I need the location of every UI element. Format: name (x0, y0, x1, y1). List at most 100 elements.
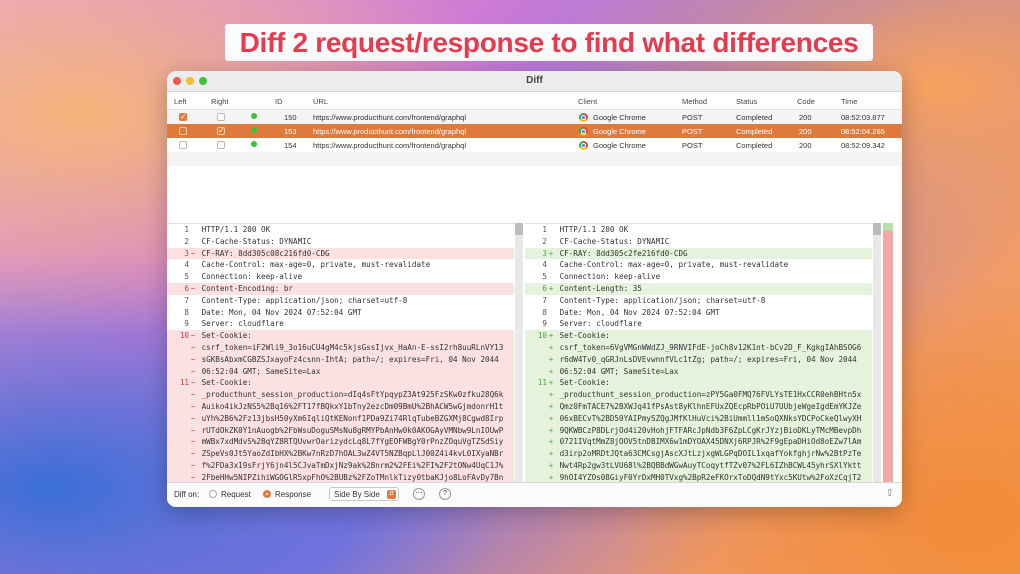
diff-marker: − (190, 354, 196, 364)
line-text: Date: Mon, 04 Nov 2024 07:52:04 GMT (555, 307, 720, 317)
diff-line: + 9QKWBCzP8DLrjOd4i20vHohjFTFARcJpNdb3F6… (525, 424, 872, 437)
diff-line: 6 + Content-Length: 35 (525, 282, 872, 295)
col-time[interactable]: Time (841, 97, 857, 106)
line-text: CF-Cache-Status: DYNAMIC (555, 236, 670, 246)
diff-line: + _producthunt_session_production=zPY5Ga… (525, 389, 872, 401)
col-id[interactable]: ID (275, 97, 283, 106)
diff-marker (547, 295, 555, 307)
line-number: 8 (542, 307, 547, 317)
line-text: Content-Length: 35 (555, 283, 642, 293)
col-status[interactable]: Status (736, 97, 757, 106)
diff-marker: − (190, 425, 196, 435)
diff-line: + 0721IVqtMmZ8jOOV5tnDBIMX6w1mDYOAX45DNX… (525, 436, 872, 449)
diff-line: 1 HTTP/1.1 200 OK (525, 224, 872, 236)
chrome-icon (579, 141, 588, 150)
right-scroll-thumb[interactable] (873, 223, 881, 235)
cell-method: POST (682, 127, 703, 136)
line-text: uYh%2B6%2Fz13jbsH50yXm6IqliQtKENonf1PDa9… (197, 413, 504, 423)
right-checkbox[interactable]: ✓ (217, 126, 225, 135)
empty-area (167, 166, 902, 208)
more-options-icon[interactable]: ⋯ (413, 488, 425, 500)
diff-line: 2 CF-Cache-Status: DYNAMIC (167, 236, 514, 248)
line-text: CF-Cache-Status: DYNAMIC (197, 236, 312, 246)
diff-marker: + (548, 354, 554, 364)
line-text: 06:52:04 GMT; SameSite=Lax (197, 366, 321, 376)
diff-marker: + (548, 449, 554, 459)
left-checkbox[interactable] (179, 127, 187, 135)
line-text: csrf_token=iF2Wli9_3o16uCU4gM4c5kjsGssIj… (197, 342, 504, 352)
diff-line: 10 + Set-Cookie: (525, 330, 872, 342)
line-text: CF-RAY: 8dd305c2fe216fd0-CDG (555, 248, 688, 258)
left-checkbox[interactable]: ✓ (179, 112, 187, 121)
request-radio[interactable] (209, 490, 217, 498)
diff-line: − mWBx7xdMdvS%2BqYZ8RTQUvwrOarizydcLq8L7… (167, 436, 514, 449)
line-text: _producthunt_session_production=zPY5Ga0F… (555, 390, 862, 400)
checkmark-icon: ✓ (180, 112, 187, 121)
line-text: sGKBsAbxmCGBZSJxayoFz4csnn-IhtA; path=/;… (197, 354, 499, 364)
diff-marker (547, 236, 555, 248)
line-text: 06:52:04 GMT; SameSite=Lax (555, 366, 679, 376)
line-text: r6dW4Tv0_qGRJnLsDVEvwnnfVLc1tZg; path=/;… (555, 354, 857, 364)
status-dot-icon (251, 113, 257, 119)
line-text: csrf_token=6VgVMGnWWdZJ_9RNVIFdE-joCh8v1… (555, 342, 862, 352)
line-text: Set-Cookie: (555, 378, 610, 388)
left-diff-pane[interactable]: 1 HTTP/1.1 200 OK 2 CF-Cache-Status: DYNA… (167, 223, 514, 483)
line-text: Server: cloudflare (555, 319, 642, 329)
diff-line: + d3irp2oMRDtJQta63CMCsgjAscXJtLzjxgWLGP… (525, 448, 872, 460)
col-right[interactable]: Right (211, 97, 229, 106)
diff-line: + 06xBECvT%2BD50YAIPmySZQgJMfKlHuVci%2Bi… (525, 412, 872, 425)
cell-url: https://www.producthunt.com/frontend/gra… (313, 113, 467, 122)
left-scroll-thumb[interactable] (515, 223, 523, 235)
diff-marker: + (548, 401, 554, 411)
col-url[interactable]: URL (313, 97, 328, 106)
right-scrollbar[interactable] (873, 223, 881, 482)
line-text: Auiko4ikJzNS5%2Bq16%2FT17fBQkxY1bTny2ezc… (197, 401, 504, 411)
table-row[interactable]: 154 https://www.producthunt.com/frontend/… (167, 138, 902, 152)
line-number: 7 (542, 295, 547, 305)
col-client[interactable]: Client (578, 97, 597, 106)
line-text: Date: Mon, 04 Nov 2024 07:52:04 GMT (197, 307, 362, 317)
line-text: Connection: keep-alive (197, 272, 303, 282)
table-row[interactable]: ✓ 150 https://www.producthunt.com/frontend… (167, 110, 902, 124)
table-row[interactable]: ✓ 153 https://www.producthunt.com/frontend… (167, 124, 902, 138)
cell-client: Google Chrome (593, 113, 646, 122)
diff-line: 10− Set-Cookie: (167, 330, 514, 342)
right-checkbox[interactable] (217, 113, 225, 121)
chevron-updown-icon: ⇵ (387, 490, 396, 499)
right-diff-pane[interactable]: 1 HTTP/1.1 200 OK 2 CF-Cache-Status: DYNA… (525, 223, 872, 483)
right-checkbox[interactable] (217, 141, 225, 149)
diff-marker: + (548, 425, 554, 435)
diff-marker: − (190, 248, 196, 258)
diff-marker: + (548, 378, 554, 388)
diff-line: + r6dW4Tv0_qGRJnLsDVEvwnnfVLc1tZg; path=… (525, 353, 872, 366)
diff-line: 5 Connection: keep-alive (167, 271, 514, 283)
diff-line: 1 HTTP/1.1 200 OK (167, 224, 514, 236)
col-code[interactable]: Code (797, 97, 815, 106)
share-icon[interactable]: ⇧ (886, 488, 894, 499)
diff-on-label: Diff on: (174, 490, 200, 499)
line-text: Qmz0FmTACE7%2BXWJq41fPsAst8yKlhnEFUxZQEc… (555, 401, 862, 411)
left-scrollbar[interactable] (515, 223, 523, 482)
diff-marker: − (190, 378, 196, 388)
diff-marker: − (190, 366, 196, 376)
diff-line: 11− Set-Cookie: (167, 377, 514, 390)
line-number: 6 (542, 283, 547, 293)
view-mode-select[interactable]: Side By Side ⇵ (329, 487, 399, 501)
cell-id: 153 (284, 127, 297, 136)
diff-marker (547, 224, 555, 236)
response-radio[interactable] (263, 490, 271, 498)
diff-marker: − (190, 390, 196, 400)
request-label[interactable]: Request (221, 490, 251, 499)
response-label[interactable]: Response (275, 490, 311, 499)
col-method[interactable]: Method (682, 97, 707, 106)
col-left[interactable]: Left (174, 97, 187, 106)
diff-marker: − (190, 437, 196, 447)
line-number: 2 (184, 236, 189, 246)
diff-line: − uYh%2B6%2Fz13jbsH50yXm6IqliQtKENonf1PD… (167, 412, 514, 425)
left-checkbox[interactable] (179, 141, 187, 149)
diff-line: − csrf_token=iF2Wli9_3o16uCU4gM4c5kjsGss… (167, 341, 514, 354)
help-icon[interactable]: ? (439, 488, 451, 500)
diff-marker: + (548, 460, 554, 470)
line-text: CF-RAY: 8dd305c08c216fd0-CDG (197, 248, 330, 258)
cell-status: Completed (736, 113, 773, 122)
